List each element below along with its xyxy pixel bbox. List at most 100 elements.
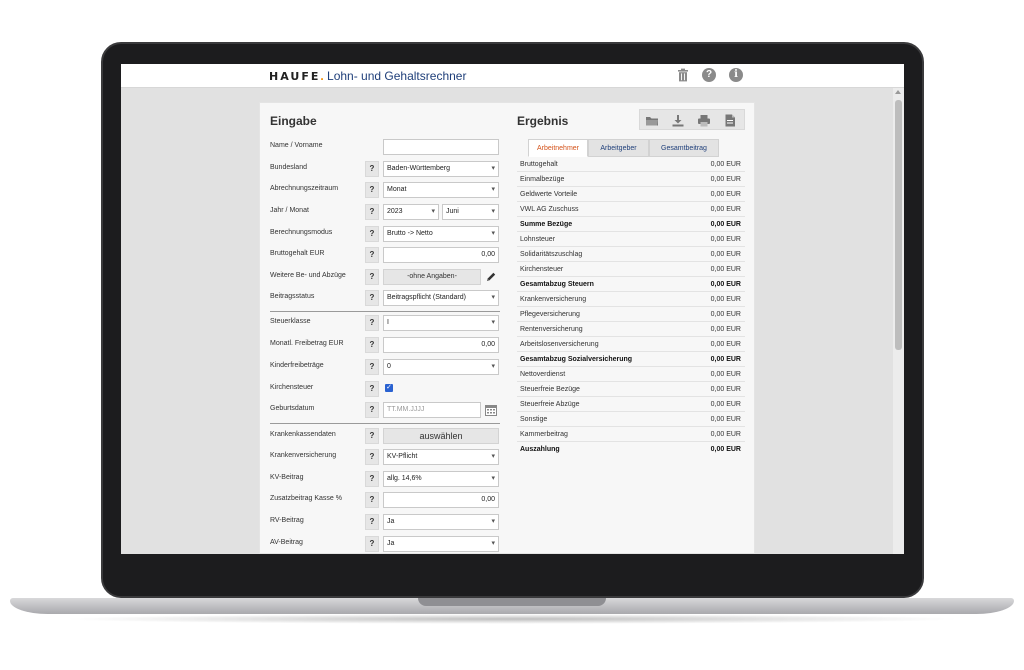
result-row: Steuerfreie Bezüge 0,00 EUR — [517, 382, 745, 397]
result-row: Rentenversicherung 0,00 EUR — [517, 322, 745, 337]
row-steuerklasse: Steuerklasse ? I — [270, 315, 500, 331]
weitere-button[interactable]: -ohne Angaben- — [383, 269, 481, 285]
help-button[interactable]: ? — [365, 492, 379, 508]
folder-icon[interactable] — [645, 114, 659, 127]
help-button[interactable]: ? — [365, 514, 379, 530]
tab-arbeitnehmer[interactable]: Arbeitnehmer — [528, 139, 588, 157]
help-button[interactable]: ? — [365, 449, 379, 465]
result-value: 0,00 EUR — [710, 281, 741, 288]
print-icon[interactable] — [697, 114, 711, 127]
row-bruttogehalt: Bruttogehalt EUR ? 0,00 — [270, 247, 500, 263]
result-label: Rentenversicherung — [520, 326, 583, 333]
help-button[interactable]: ? — [365, 536, 379, 552]
help-button[interactable]: ? — [365, 381, 379, 397]
zusatzbeitrag-input[interactable]: 0,00 — [383, 492, 499, 508]
result-label: Kirchensteuer — [520, 266, 564, 273]
result-row: Arbeitslosenversicherung 0,00 EUR — [517, 337, 745, 352]
beitragsstatus-select[interactable]: Beitragspflicht (Standard) — [383, 290, 499, 306]
result-label: Auszahlung — [520, 446, 560, 453]
app-header: HAUFE. Lohn- und Gehaltsrechner ? i — [121, 64, 904, 88]
freibetrag-input[interactable]: 0,00 — [383, 337, 499, 353]
name-label: Name / Vorname — [270, 142, 323, 149]
steuerklasse-select[interactable]: I — [383, 315, 499, 331]
result-label: VWL AG Zuschuss — [520, 206, 579, 213]
freibetrag-label: Monatl. Freibetrag EUR — [270, 340, 344, 347]
result-value: 0,00 EUR — [710, 191, 741, 198]
help-button[interactable]: ? — [365, 269, 379, 285]
row-kv-beitrag: KV-Beitrag ? allg. 14,6% — [270, 471, 500, 487]
pencil-icon[interactable] — [485, 271, 497, 283]
info-icon[interactable]: i — [729, 68, 743, 82]
result-row: Einmalbezüge 0,00 EUR — [517, 172, 745, 187]
section-divider — [270, 311, 500, 312]
result-row: Steuerfreie Abzüge 0,00 EUR — [517, 397, 745, 412]
help-button[interactable]: ? — [365, 359, 379, 375]
help-icon[interactable]: ? — [702, 68, 716, 82]
help-button[interactable]: ? — [365, 471, 379, 487]
scroll-up-arrow[interactable] — [895, 90, 901, 94]
help-button[interactable]: ? — [365, 402, 379, 418]
help-button[interactable]: ? — [365, 247, 379, 263]
jahr-monat-label: Jahr / Monat — [270, 207, 309, 214]
tab-arbeitgeber[interactable]: Arbeitgeber — [588, 139, 649, 157]
result-label: Arbeitslosenversicherung — [520, 341, 599, 348]
result-value: 0,00 EUR — [710, 296, 741, 303]
tab-gesamtbeitrag[interactable]: Gesamtbeitrag — [649, 139, 719, 157]
result-label: Steuerfreie Abzüge — [520, 401, 580, 408]
beitragsstatus-label: Beitragsstatus — [270, 293, 315, 300]
result-row: Lohnsteuer 0,00 EUR — [517, 232, 745, 247]
row-weitere: Weitere Be- und Abzüge ? -ohne Angaben- — [270, 269, 500, 285]
result-row: Kirchensteuer 0,00 EUR — [517, 262, 745, 277]
row-zusatzbeitrag: Zusatzbeitrag Kasse % ? 0,00 — [270, 492, 500, 508]
rv-beitrag-select[interactable]: Ja — [383, 514, 499, 530]
calendar-icon[interactable] — [485, 404, 497, 416]
geburtsdatum-input[interactable]: TT.MM.JJJJ — [383, 402, 481, 418]
name-input[interactable] — [383, 139, 499, 155]
help-button[interactable]: ? — [365, 161, 379, 177]
result-label: Kammerbeitrag — [520, 431, 568, 438]
result-label: Steuerfreie Bezüge — [520, 386, 580, 393]
download-icon[interactable] — [671, 114, 685, 127]
kinderfreibetraege-select[interactable]: 0 — [383, 359, 499, 375]
help-button[interactable]: ? — [365, 428, 379, 444]
result-row-total: Summe Bezüge 0,00 EUR — [517, 217, 745, 232]
kirchensteuer-checkbox[interactable]: ✓ — [385, 384, 393, 392]
krankenversicherung-select[interactable]: KV-Pflicht — [383, 449, 499, 465]
scroll-thumb[interactable] — [895, 100, 902, 350]
row-krankenkassendaten: Krankenkassendaten ? auswählen — [270, 428, 500, 444]
input-title: Eingabe — [270, 114, 317, 128]
pdf-icon[interactable] — [723, 114, 737, 127]
result-value: 0,00 EUR — [710, 161, 741, 168]
abrechnungszeitraum-select[interactable]: Monat — [383, 182, 499, 198]
result-value: 0,00 EUR — [710, 446, 741, 453]
year-select[interactable]: 2023 — [383, 204, 439, 220]
av-beitrag-select[interactable]: Ja — [383, 536, 499, 552]
help-button[interactable]: ? — [365, 337, 379, 353]
laptop-shadow — [60, 614, 964, 624]
help-button[interactable]: ? — [365, 290, 379, 306]
bruttogehalt-input[interactable]: 0,00 — [383, 247, 499, 263]
kirchensteuer-label: Kirchensteuer — [270, 384, 314, 391]
result-row: Solidaritätszuschlag 0,00 EUR — [517, 247, 745, 262]
row-name: Name / Vorname — [270, 139, 500, 155]
bundesland-select[interactable]: Baden-Württemberg — [383, 161, 499, 177]
trash-icon[interactable] — [676, 68, 690, 82]
help-button[interactable]: ? — [365, 315, 379, 331]
help-button[interactable]: ? — [365, 226, 379, 242]
row-geburtsdatum: Geburtsdatum ? TT.MM.JJJJ — [270, 402, 500, 418]
krankenkassendaten-button[interactable]: auswählen — [383, 428, 499, 444]
scrollbar[interactable] — [893, 88, 904, 554]
help-button[interactable]: ? — [365, 204, 379, 220]
help-button[interactable]: ? — [365, 182, 379, 198]
result-value: 0,00 EUR — [710, 326, 741, 333]
row-av-beitrag: AV-Beitrag ? Ja — [270, 536, 500, 552]
logo[interactable]: HAUFE. Lohn- und Gehaltsrechner — [269, 69, 466, 83]
result-label: Pflegeversicherung — [520, 311, 580, 318]
month-select[interactable]: Juni — [442, 204, 499, 220]
berechnungsmodus-select[interactable]: Brutto -> Netto — [383, 226, 499, 242]
result-row-total: Auszahlung 0,00 EUR — [517, 442, 745, 457]
kv-beitrag-select[interactable]: allg. 14,6% — [383, 471, 499, 487]
result-label: Bruttogehalt — [520, 161, 558, 168]
row-bundesland: Bundesland ? Baden-Württemberg — [270, 161, 500, 177]
result-value: 0,00 EUR — [710, 236, 741, 243]
